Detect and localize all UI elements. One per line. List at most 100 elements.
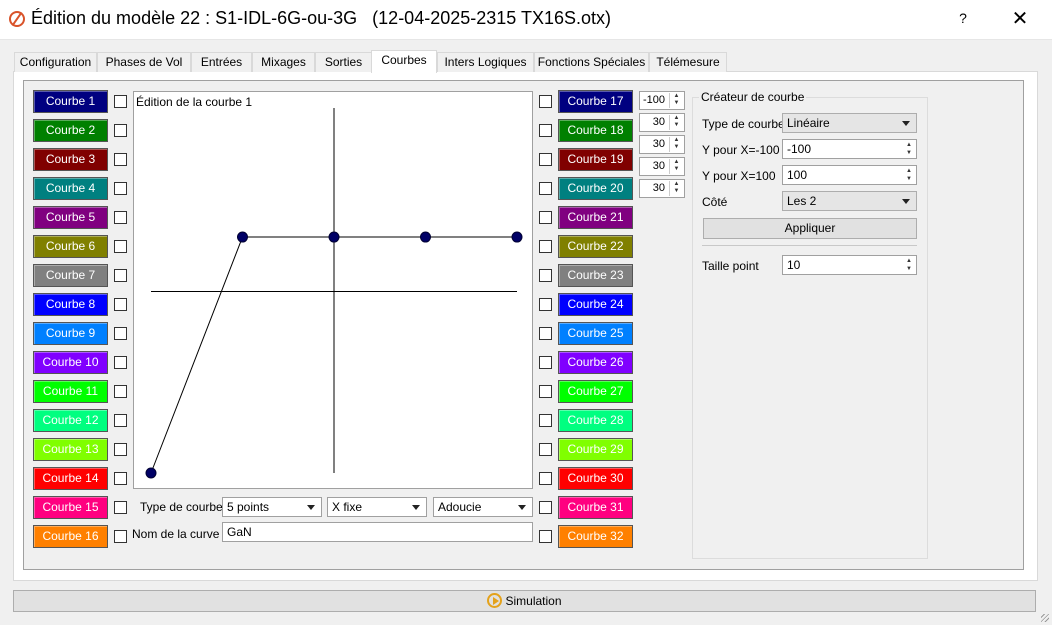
curve-checkbox[interactable] xyxy=(539,501,552,514)
curve-graph[interactable] xyxy=(134,92,532,488)
curve-checkbox[interactable] xyxy=(539,95,552,108)
curve-checkbox[interactable] xyxy=(114,414,127,427)
point-value-spinbox[interactable]: 30 ▲ ▼ xyxy=(639,157,685,176)
curve-button[interactable]: Courbe 27 xyxy=(558,380,633,403)
curve-button[interactable]: Courbe 10 xyxy=(33,351,108,374)
point-value-spinbox[interactable]: -100 ▲ ▼ xyxy=(639,91,685,110)
curve-checkbox[interactable] xyxy=(539,269,552,282)
curve-button[interactable]: Courbe 3 xyxy=(33,148,108,171)
curve-point[interactable] xyxy=(328,231,340,243)
curve-button[interactable]: Courbe 28 xyxy=(558,409,633,432)
curve-checkbox[interactable] xyxy=(539,240,552,253)
curve-button[interactable]: Courbe 12 xyxy=(33,409,108,432)
curve-checkbox[interactable] xyxy=(114,501,127,514)
curve-button[interactable]: Courbe 17 xyxy=(558,90,633,113)
curve-button[interactable]: Courbe 25 xyxy=(558,322,633,345)
creator-type-select[interactable]: Linéaire xyxy=(782,113,917,133)
curve-editor[interactable]: Édition de la courbe 1 xyxy=(133,91,533,489)
curve-button[interactable]: Courbe 19 xyxy=(558,148,633,171)
spin-arrows-icon[interactable]: ▲ ▼ xyxy=(903,167,915,183)
curve-checkbox[interactable] xyxy=(539,472,552,485)
curve-button[interactable]: Courbe 1 xyxy=(33,90,108,113)
x-mode-select[interactable]: X fixe xyxy=(327,497,427,517)
spin-arrows-icon[interactable]: ▲ ▼ xyxy=(669,181,683,196)
tab-entrees[interactable]: Entrées xyxy=(191,52,252,72)
spin-arrows-icon[interactable]: ▲ ▼ xyxy=(669,137,683,152)
curve-button[interactable]: Courbe 11 xyxy=(33,380,108,403)
curve-checkbox[interactable] xyxy=(114,211,127,224)
curve-checkbox[interactable] xyxy=(539,153,552,166)
curve-button[interactable]: Courbe 4 xyxy=(33,177,108,200)
tab-fonctions-speciales[interactable]: Fonctions Spéciales xyxy=(534,52,649,72)
curve-checkbox[interactable] xyxy=(114,356,127,369)
y-max-input[interactable]: 100 ▲ ▼ xyxy=(782,165,917,185)
curve-checkbox[interactable] xyxy=(114,472,127,485)
resize-grip-icon[interactable] xyxy=(1041,614,1049,622)
y-min-input[interactable]: -100 ▲ ▼ xyxy=(782,139,917,159)
curve-button[interactable]: Courbe 26 xyxy=(558,351,633,374)
curve-checkbox[interactable] xyxy=(539,298,552,311)
side-select[interactable]: Les 2 xyxy=(782,191,917,211)
simulation-button[interactable]: Simulation xyxy=(13,590,1036,612)
curve-button[interactable]: Courbe 18 xyxy=(558,119,633,142)
curve-button[interactable]: Courbe 31 xyxy=(558,496,633,519)
point-value-spinbox[interactable]: 30 ▲ ▼ xyxy=(639,179,685,198)
curve-checkbox[interactable] xyxy=(114,269,127,282)
curve-checkbox[interactable] xyxy=(539,414,552,427)
curve-checkbox[interactable] xyxy=(114,385,127,398)
tab-telemesure[interactable]: Télémesure xyxy=(649,52,727,72)
curve-button[interactable]: Courbe 20 xyxy=(558,177,633,200)
curve-checkbox[interactable] xyxy=(539,182,552,195)
curve-checkbox[interactable] xyxy=(539,124,552,137)
spin-arrows-icon[interactable]: ▲ ▼ xyxy=(669,93,683,108)
point-size-input[interactable]: 10 ▲ ▼ xyxy=(782,255,917,275)
curve-checkbox[interactable] xyxy=(539,211,552,224)
curve-button[interactable]: Courbe 21 xyxy=(558,206,633,229)
curve-type-select[interactable]: 5 points xyxy=(222,497,322,517)
curve-button[interactable]: Courbe 15 xyxy=(33,496,108,519)
curve-button[interactable]: Courbe 9 xyxy=(33,322,108,345)
curve-point[interactable] xyxy=(511,231,523,243)
curve-button[interactable]: Courbe 29 xyxy=(558,438,633,461)
tab-mixages[interactable]: Mixages xyxy=(252,52,315,72)
curve-button[interactable]: Courbe 23 xyxy=(558,264,633,287)
curve-checkbox[interactable] xyxy=(539,385,552,398)
curve-checkbox[interactable] xyxy=(114,153,127,166)
tab-configuration[interactable]: Configuration xyxy=(14,52,97,72)
apply-button[interactable]: Appliquer xyxy=(703,218,917,239)
curve-checkbox[interactable] xyxy=(539,443,552,456)
curve-checkbox[interactable] xyxy=(114,124,127,137)
curve-checkbox[interactable] xyxy=(114,298,127,311)
curve-button[interactable]: Courbe 16 xyxy=(33,525,108,548)
curve-checkbox[interactable] xyxy=(114,327,127,340)
spin-arrows-icon[interactable]: ▲ ▼ xyxy=(669,115,683,130)
curve-checkbox[interactable] xyxy=(114,182,127,195)
tab-courbes[interactable]: Courbes xyxy=(371,50,437,73)
curve-checkbox[interactable] xyxy=(539,327,552,340)
curve-checkbox[interactable] xyxy=(539,530,552,543)
spin-arrows-icon[interactable]: ▲ ▼ xyxy=(903,141,915,157)
point-value-spinbox[interactable]: 30 ▲ ▼ xyxy=(639,135,685,154)
curve-button[interactable]: Courbe 24 xyxy=(558,293,633,316)
curve-button[interactable]: Courbe 13 xyxy=(33,438,108,461)
smoothing-select[interactable]: Adoucie xyxy=(433,497,533,517)
tab-inters-logiques[interactable]: Inters Logiques xyxy=(437,52,534,72)
curve-button[interactable]: Courbe 32 xyxy=(558,525,633,548)
curve-button[interactable]: Courbe 6 xyxy=(33,235,108,258)
curve-checkbox[interactable] xyxy=(114,95,127,108)
tab-sorties[interactable]: Sorties xyxy=(315,52,372,72)
close-button[interactable]: ✕ xyxy=(1008,6,1032,32)
curve-checkbox[interactable] xyxy=(114,443,127,456)
curve-point[interactable] xyxy=(237,231,248,243)
spin-arrows-icon[interactable]: ▲ ▼ xyxy=(903,257,915,273)
curve-button[interactable]: Courbe 14 xyxy=(33,467,108,490)
curve-point[interactable] xyxy=(145,467,157,479)
curve-name-input[interactable]: GaN xyxy=(222,522,533,542)
help-button[interactable]: ? xyxy=(955,10,971,26)
curve-button[interactable]: Courbe 8 xyxy=(33,293,108,316)
tab-phases-de-vol[interactable]: Phases de Vol xyxy=(97,52,191,72)
curve-point[interactable] xyxy=(420,231,431,243)
curve-button[interactable]: Courbe 7 xyxy=(33,264,108,287)
curve-checkbox[interactable] xyxy=(114,530,127,543)
spin-arrows-icon[interactable]: ▲ ▼ xyxy=(669,159,683,174)
